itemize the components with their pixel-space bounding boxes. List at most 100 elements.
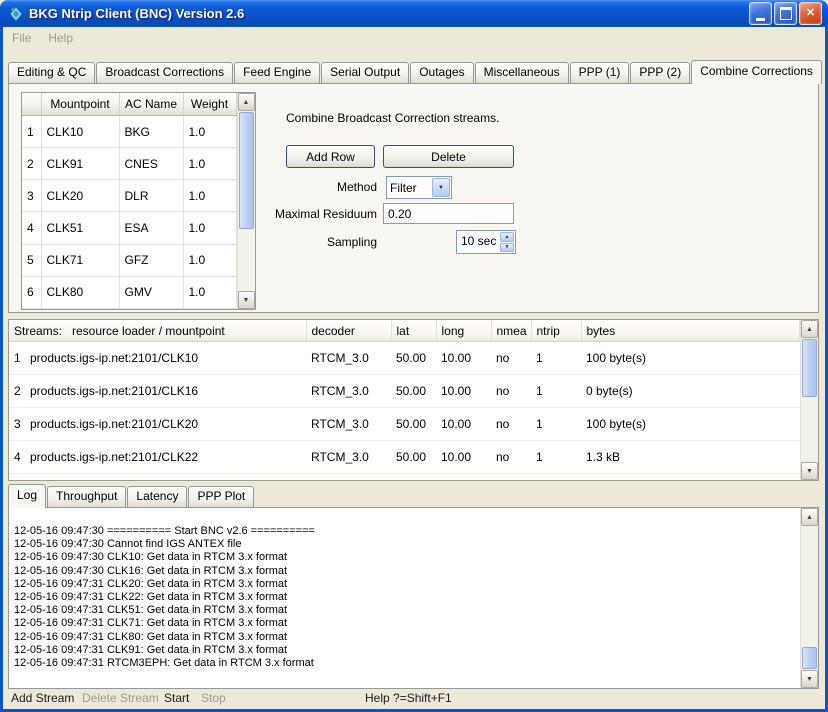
tab-ppp-2[interactable]: PPP (2) <box>630 62 690 83</box>
streams-table-body: Streams: resource loader / mountpoint de… <box>9 320 800 480</box>
ac-name-cell[interactable]: GFZ <box>119 244 183 276</box>
scroll-down-button[interactable]: ▼ <box>801 670 818 688</box>
lat-cell: 50.00 <box>391 375 436 408</box>
scrollbar-track[interactable] <box>801 526 818 670</box>
maximize-button[interactable] <box>774 2 797 25</box>
weight-cell[interactable]: 1.0 <box>183 276 236 308</box>
scroll-down-button[interactable]: ▼ <box>801 462 818 480</box>
column-header-ntrip[interactable]: ntrip <box>531 320 581 342</box>
column-header-weight[interactable]: Weight <box>183 93 236 116</box>
maximize-icon <box>780 7 792 20</box>
delete-button[interactable]: Delete <box>383 145 514 168</box>
mountpoint-row[interactable]: 4 CLK51 ESA 1.0 <box>22 212 236 244</box>
chevron-down-icon[interactable]: ▼ <box>432 178 450 197</box>
menu-file[interactable]: File <box>12 31 31 45</box>
log-line: 12-05-16 09:47:31 CLK80: Get data in RTC… <box>14 631 800 644</box>
stream-row[interactable]: 4 products.igs-ip.net:2101/CLK22 RTCM_3.… <box>9 441 800 474</box>
add-row-button[interactable]: Add Row <box>286 145 375 168</box>
mountpoint-row[interactable]: 6 CLK80 GMV 1.0 <box>22 276 236 308</box>
tab-miscellaneous[interactable]: Miscellaneous <box>475 62 569 83</box>
stream-row[interactable]: 3 products.igs-ip.net:2101/CLK20 RTCM_3.… <box>9 408 800 441</box>
titlebar: BKG Ntrip Client (BNC) Version 2.6 ✕ <box>0 0 828 27</box>
column-header-nmea[interactable]: nmea <box>491 320 531 342</box>
scrollbar-track[interactable] <box>801 338 818 462</box>
spin-up-button[interactable]: ▲ <box>500 232 514 242</box>
tab-editing-and-qc[interactable]: Editing & QC <box>8 62 95 83</box>
method-select[interactable]: Filter ▼ <box>386 176 452 199</box>
nmea-cell: no <box>491 375 531 408</box>
column-header-mountpoint[interactable]: Mountpoint <box>41 93 119 116</box>
resource-cell: products.igs-ip.net:2101/CLK51 <box>25 474 306 481</box>
scroll-down-button[interactable]: ▼ <box>238 291 255 309</box>
tab-serial-output[interactable]: Serial Output <box>321 62 409 83</box>
app-window: BKG Ntrip Client (BNC) Version 2.6 ✕ Fil… <box>0 0 828 712</box>
ac-name-cell[interactable]: ESA <box>119 212 183 244</box>
long-cell: 10.00 <box>436 441 491 474</box>
tab-log[interactable]: Log <box>8 484 46 508</box>
close-button[interactable]: ✕ <box>799 2 822 25</box>
stream-row[interactable]: 1 products.igs-ip.net:2101/CLK10 RTCM_3.… <box>9 342 800 375</box>
resource-cell: products.igs-ip.net:2101/CLK20 <box>25 408 306 441</box>
tab-outages[interactable]: Outages <box>410 62 473 83</box>
minimize-button[interactable] <box>749 2 772 25</box>
scrollbar-thumb[interactable] <box>802 339 817 397</box>
log-line: 12-05-16 09:47:30 CLK16: Get data in RTC… <box>14 565 800 578</box>
tab-feed-engine[interactable]: Feed Engine <box>234 62 320 83</box>
mountpoint-cell[interactable]: CLK20 <box>41 180 119 212</box>
delete-stream-button[interactable]: Delete Stream <box>82 691 159 705</box>
statusbar: Add Stream Delete Stream Start Stop Help… <box>3 688 825 709</box>
ac-name-cell[interactable]: BKG <box>119 116 183 148</box>
mountpoint-cell[interactable]: CLK80 <box>41 276 119 308</box>
tab-combine-corrections[interactable]: Combine Corrections <box>691 60 822 84</box>
sampling-spinbox[interactable]: 10 sec ▲ ▼ <box>456 230 516 254</box>
tab-throughput[interactable]: Throughput <box>47 486 126 507</box>
scrollbar-thumb[interactable] <box>802 647 817 669</box>
tab-ppp-1[interactable]: PPP (1) <box>570 62 630 83</box>
log-line: 12-05-16 09:47:31 CLK22: Get data in RTC… <box>14 591 800 604</box>
ntrip-cell: 1 <box>531 408 581 441</box>
ntrip-cell: 1 <box>531 342 581 375</box>
mountpoint-cell[interactable]: CLK71 <box>41 244 119 276</box>
tab-latency[interactable]: Latency <box>127 486 187 507</box>
weight-cell[interactable]: 1.0 <box>183 148 236 180</box>
mountpoint-cell[interactable]: CLK51 <box>41 212 119 244</box>
column-header-decoder[interactable]: decoder <box>306 320 391 342</box>
scroll-up-button[interactable]: ▲ <box>801 320 818 338</box>
mountpoint-row[interactable]: 5 CLK71 GFZ 1.0 <box>22 244 236 276</box>
stop-button[interactable]: Stop <box>201 691 226 705</box>
column-header-ac-name[interactable]: AC Name <box>119 93 183 116</box>
mountpoint-cell[interactable]: CLK10 <box>41 116 119 148</box>
spin-down-button[interactable]: ▼ <box>500 243 514 253</box>
long-cell: 10.00 <box>436 474 491 481</box>
ac-name-cell[interactable]: DLR <box>119 180 183 212</box>
column-header-streams[interactable]: Streams: resource loader / mountpoint <box>9 320 306 342</box>
mountpoint-cell[interactable]: CLK91 <box>41 148 119 180</box>
mountpoint-row[interactable]: 1 CLK10 BKG 1.0 <box>22 116 236 148</box>
column-header-long[interactable]: long <box>436 320 491 342</box>
menu-help[interactable]: Help <box>48 31 73 45</box>
mountpoint-row[interactable]: 2 CLK91 CNES 1.0 <box>22 148 236 180</box>
add-stream-button[interactable]: Add Stream <box>11 691 74 705</box>
log-line: 12-05-16 09:47:30 ========== Start BNC v… <box>14 525 800 538</box>
column-header-bytes[interactable]: bytes <box>581 320 800 342</box>
long-cell: 10.00 <box>436 342 491 375</box>
scrollbar-track[interactable] <box>238 111 255 291</box>
weight-cell[interactable]: 1.0 <box>183 116 236 148</box>
scroll-up-button[interactable]: ▲ <box>238 93 255 111</box>
stream-row[interactable]: 2 products.igs-ip.net:2101/CLK16 RTCM_3.… <box>9 375 800 408</box>
long-cell: 10.00 <box>436 375 491 408</box>
column-header-lat[interactable]: lat <box>391 320 436 342</box>
arrow-down-icon: ▼ <box>806 676 813 683</box>
tab-broadcast-corrections[interactable]: Broadcast Corrections <box>96 62 233 83</box>
log-output: 12-05-16 09:47:30 ========== Start BNC v… <box>9 508 800 688</box>
maximal-residuum-input[interactable] <box>383 203 514 224</box>
mountpoint-row[interactable]: 3 CLK20 DLR 1.0 <box>22 180 236 212</box>
tab-ppp-plot[interactable]: PPP Plot <box>188 486 254 507</box>
stream-row[interactable]: 5 products.igs-ip.net:2101/CLK51 RTCM_3.… <box>9 474 800 481</box>
ac-name-cell[interactable]: GMV <box>119 276 183 308</box>
ntrip-cell: 1 <box>531 474 581 481</box>
start-button[interactable]: Start <box>164 691 189 705</box>
scroll-up-button[interactable]: ▲ <box>801 508 818 526</box>
mountpoint-header-row: Mountpoint AC Name Weight <box>22 93 236 116</box>
ac-name-cell[interactable]: CNES <box>119 148 183 180</box>
